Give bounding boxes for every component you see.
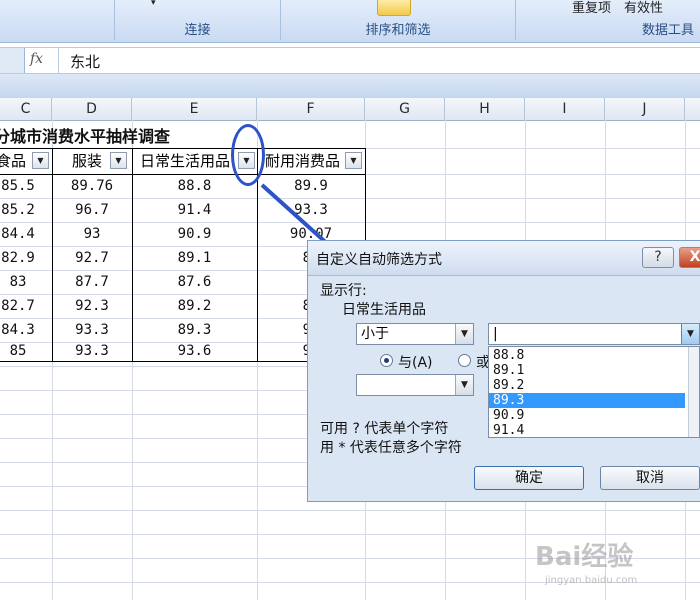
- list-item[interactable]: 89.1: [489, 363, 685, 378]
- condition2-operator-select[interactable]: ▼: [356, 374, 474, 396]
- hint-multi-char: 用 * 代表任意多个字符: [320, 440, 462, 456]
- hint-single-char: 可用 ? 代表单个字符: [320, 421, 449, 437]
- dialog-title: 自定义自动筛选方式: [316, 252, 442, 268]
- operator-value: 小于: [361, 326, 389, 342]
- list-item-selected[interactable]: 89.3: [489, 393, 685, 408]
- list-scrollbar[interactable]: [688, 347, 699, 437]
- cancel-button[interactable]: 取消: [600, 466, 700, 490]
- or-radio[interactable]: [458, 354, 471, 367]
- help-button[interactable]: ?: [642, 247, 674, 268]
- show-rows-label: 显示行:: [320, 283, 367, 299]
- and-radio[interactable]: [380, 354, 393, 367]
- list-item[interactable]: 89.2: [489, 378, 685, 393]
- close-button[interactable]: X: [679, 247, 700, 268]
- field-name-label: 日常生活用品: [342, 302, 426, 318]
- list-item[interactable]: 88.8: [489, 348, 685, 363]
- watermark-url: jingyan.baidu.com: [545, 575, 638, 586]
- dialog-title-bar[interactable]: 自定义自动筛选方式 ? X: [308, 241, 700, 276]
- text-cursor: |: [493, 326, 498, 342]
- list-item[interactable]: 90.9: [489, 408, 685, 423]
- and-label[interactable]: 与(A): [398, 352, 433, 372]
- condition1-value-combo[interactable]: | ▼: [488, 323, 700, 345]
- ok-button[interactable]: 确定: [474, 466, 584, 490]
- condition1-operator-select[interactable]: 小于 ▼: [356, 323, 474, 345]
- value-dropdown-list[interactable]: 88.8 89.1 89.2 89.3 90.9 91.4: [488, 346, 700, 438]
- list-item[interactable]: 91.4: [489, 423, 685, 437]
- chevron-down-icon[interactable]: ▼: [455, 324, 473, 344]
- chevron-down-icon[interactable]: ▼: [455, 375, 473, 395]
- baidu-watermark-logo: Bai经验: [535, 542, 634, 572]
- chevron-down-icon[interactable]: ▼: [681, 324, 699, 344]
